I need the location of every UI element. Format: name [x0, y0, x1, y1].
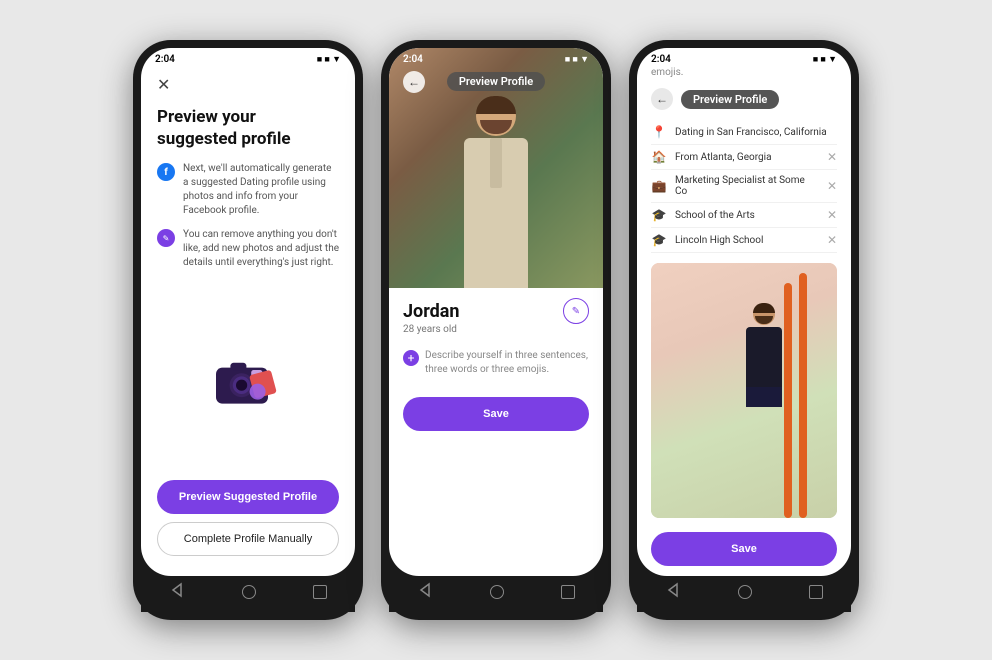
back-button-2[interactable]: ←: [403, 71, 425, 93]
facebook-info-text: Next, we'll automatically generate a sug…: [183, 162, 339, 218]
nav-recents-3[interactable]: [809, 585, 823, 599]
nav-home[interactable]: [242, 585, 256, 599]
person-beard: [480, 120, 512, 134]
phone3-content: emojis. ← Preview Profile 📍 Dating in Sa…: [637, 67, 851, 576]
info-list: 📍 Dating in San Francisco, California 🏠 …: [637, 116, 851, 257]
list-item-hometown: 🏠 From Atlanta, Georgia ✕: [651, 145, 837, 170]
add-description-icon[interactable]: +: [403, 350, 419, 366]
school1: School of the Arts: [675, 210, 819, 221]
status-bar-1: 2:04 ■ ■ ▼: [141, 48, 355, 67]
phone2-header: ← Preview Profile: [389, 68, 603, 95]
phone1-body: Preview your suggested profile f Next, w…: [141, 98, 355, 576]
profile-age: 28 years old: [403, 324, 589, 335]
phone2-lower: Jordan ✎ 28 years old + Describe yoursel…: [389, 288, 603, 576]
nav-back-3[interactable]: [665, 582, 681, 602]
time-2: 2:04: [403, 54, 423, 65]
remove-school1-button[interactable]: ✕: [827, 208, 837, 222]
status-icons-1: ■ ■ ▼: [317, 54, 341, 65]
close-button[interactable]: ✕: [157, 75, 170, 94]
person-body: [464, 138, 528, 288]
nav-home-2[interactable]: [490, 585, 504, 599]
second-photo: [651, 263, 837, 518]
camera-icon: [208, 350, 288, 410]
list-item-location: 📍 Dating in San Francisco, California: [651, 120, 837, 145]
nav-bar-2: [389, 576, 603, 612]
stair-rail2: [784, 283, 792, 518]
remove-work-button[interactable]: ✕: [827, 179, 837, 193]
edit-info-text: You can remove anything you don't like, …: [183, 228, 339, 270]
emojis-hint: emojis.: [637, 67, 851, 82]
status-icons-2: ■ ■ ▼: [565, 54, 589, 65]
complete-profile-manually-button[interactable]: Complete Profile Manually: [157, 522, 339, 556]
phone2-screen: 2:04 ■ ■ ▼ ← Preview Profile: [389, 48, 603, 576]
person-hair: [476, 96, 516, 114]
list-item-work: 💼 Marketing Specialist at Some Co ✕: [651, 170, 837, 203]
describe-row: + Describe yourself in three sentences, …: [403, 343, 589, 383]
page-title: Preview your suggested profile: [157, 106, 339, 150]
nav-recents-2[interactable]: [561, 585, 575, 599]
nav-back[interactable]: [169, 582, 185, 602]
save-bar-2: Save: [389, 389, 603, 441]
work: Marketing Specialist at Some Co: [675, 175, 819, 197]
phone3-screen: 2:04 ■ ■ ▼ emojis. ← Preview Profile 📍 D…: [637, 48, 851, 576]
time-1: 2:04: [155, 54, 175, 65]
person2-body: [746, 327, 782, 387]
phone1-header: ✕: [141, 67, 355, 98]
school2: Lincoln High School: [675, 235, 819, 246]
describe-placeholder[interactable]: Describe yourself in three sentences, th…: [425, 349, 589, 377]
nav-bar-1: [141, 576, 355, 612]
phone3-header: ← Preview Profile: [637, 82, 851, 116]
save-button-3[interactable]: Save: [651, 532, 837, 566]
profile-name-row: Jordan ✎: [403, 298, 589, 324]
school2-icon: 🎓: [651, 233, 667, 247]
stair-rail: [799, 273, 807, 518]
profile-info: Jordan ✎ 28 years old + Describe yoursel…: [389, 288, 603, 389]
save-button-2[interactable]: Save: [403, 397, 589, 431]
phone-1: 2:04 ■ ■ ▼ ✕ Preview your suggested prof…: [133, 40, 363, 620]
back-button-3[interactable]: ←: [651, 88, 673, 110]
nav-bar-3: [637, 576, 851, 612]
status-bar-2: 2:04 ■ ■ ▼: [389, 48, 603, 67]
list-item-school1: 🎓 School of the Arts ✕: [651, 203, 837, 228]
phone1-content: ✕ Preview your suggested profile f Next,…: [141, 67, 355, 576]
person2-beard: [755, 316, 773, 324]
home-icon: 🏠: [651, 150, 667, 164]
person2-hair: [753, 303, 775, 313]
person2-head: [753, 303, 775, 325]
person2-legs: [746, 387, 782, 407]
preview-label-2: Preview Profile: [447, 72, 545, 91]
time-3: 2:04: [651, 54, 671, 65]
hometown: From Atlanta, Georgia: [675, 152, 819, 163]
facebook-icon: f: [157, 163, 175, 181]
pencil-icon: ✎: [157, 229, 175, 247]
remove-school2-button[interactable]: ✕: [827, 233, 837, 247]
phone1-screen: 2:04 ■ ■ ▼ ✕ Preview your suggested prof…: [141, 48, 355, 576]
phone-2: 2:04 ■ ■ ▼ ← Preview Profile: [381, 40, 611, 620]
work-icon: 💼: [651, 179, 667, 193]
nav-recents[interactable]: [313, 585, 327, 599]
list-item-school2: 🎓 Lincoln High School ✕: [651, 228, 837, 253]
camera-illustration: [157, 280, 339, 480]
remove-hometown-button[interactable]: ✕: [827, 150, 837, 164]
nav-back-2[interactable]: [417, 582, 433, 602]
edit-info-row: ✎ You can remove anything you don't like…: [157, 228, 339, 270]
preview-suggested-profile-button[interactable]: Preview Suggested Profile: [157, 480, 339, 514]
person-tie: [490, 138, 502, 188]
dating-location: Dating in San Francisco, California: [675, 127, 837, 138]
save-bar-3: Save: [637, 524, 851, 576]
preview-label-3: Preview Profile: [681, 90, 779, 109]
phone-3: 2:04 ■ ■ ▼ emojis. ← Preview Profile 📍 D…: [629, 40, 859, 620]
status-bar-3: 2:04 ■ ■ ▼: [637, 48, 851, 67]
second-photo-bg: [651, 263, 837, 518]
status-icons-3: ■ ■ ▼: [813, 54, 837, 65]
location-icon: 📍: [651, 125, 667, 139]
phone1-buttons: Preview Suggested Profile Complete Profi…: [157, 480, 339, 568]
person-head: [476, 96, 516, 136]
school1-icon: 🎓: [651, 208, 667, 222]
facebook-info-row: f Next, we'll automatically generate a s…: [157, 162, 339, 218]
nav-home-3[interactable]: [738, 585, 752, 599]
edit-profile-button[interactable]: ✎: [563, 298, 589, 324]
person-2: [746, 303, 782, 407]
profile-name: Jordan: [403, 301, 460, 322]
